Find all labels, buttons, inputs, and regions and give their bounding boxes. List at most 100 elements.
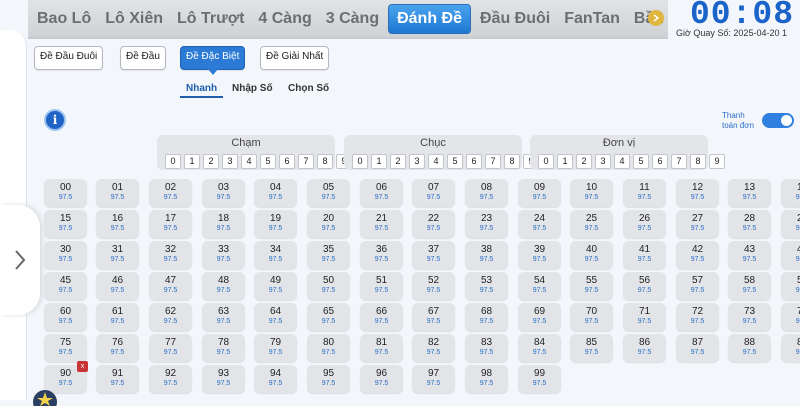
number-cell[interactable]: 32 97.5 <box>149 241 192 269</box>
digit-button[interactable]: 5 <box>260 154 276 169</box>
number-cell[interactable]: 33 97.5 <box>202 241 245 269</box>
number-cell[interactable]: 61 97.5 <box>96 303 139 331</box>
number-cell[interactable]: 96 97.5 <box>360 365 403 393</box>
number-cell[interactable]: 43 97.5 <box>728 241 771 269</box>
digit-button[interactable]: 8 <box>690 154 706 169</box>
digit-button[interactable]: 3 <box>595 154 611 169</box>
number-cell[interactable]: 84 97.5 <box>518 334 561 362</box>
number-cell[interactable]: 60 97.5 <box>44 303 87 331</box>
number-cell[interactable]: 87 97.5 <box>676 334 719 362</box>
digit-button[interactable]: 0 <box>165 154 181 169</box>
number-cell[interactable]: 25 97.5 <box>570 210 613 238</box>
tab-2[interactable]: Lô Trượt <box>170 5 251 33</box>
subtab-0[interactable]: Nhanh <box>180 83 224 98</box>
number-cell[interactable]: 8997.5 <box>781 334 800 362</box>
digit-button[interactable]: 3 <box>222 154 238 169</box>
number-cell[interactable]: 13 97.5 <box>728 179 771 207</box>
number-cell[interactable]: 72 97.5 <box>676 303 719 331</box>
number-cell[interactable]: 83 97.5 <box>465 334 508 362</box>
digit-button[interactable]: 2 <box>390 154 406 169</box>
digit-button[interactable]: 1 <box>371 154 387 169</box>
number-cell[interactable]: 76 97.5 <box>96 334 139 362</box>
digit-button[interactable]: 5 <box>447 154 463 169</box>
subtab-2[interactable]: Chọn Số <box>288 83 329 96</box>
number-cell[interactable]: 68 97.5 <box>465 303 508 331</box>
number-cell[interactable]: 22 97.5 <box>412 210 455 238</box>
digit-button[interactable]: 8 <box>504 154 520 169</box>
mode-button-1[interactable]: Đề Đầu <box>120 46 166 70</box>
number-cell[interactable]: 21 97.5 <box>360 210 403 238</box>
number-cell[interactable]: 65 97.5 <box>307 303 350 331</box>
number-cell[interactable]: 23 97.5 <box>465 210 508 238</box>
number-cell[interactable]: 64 97.5 <box>254 303 297 331</box>
number-cell[interactable]: 05 97.5 <box>307 179 350 207</box>
number-cell[interactable]: 78 97.5 <box>202 334 245 362</box>
number-cell[interactable]: 88 97.5 <box>728 334 771 362</box>
number-cell[interactable]: 4497.5 <box>781 241 800 269</box>
digit-button[interactable]: 2 <box>576 154 592 169</box>
single-payment-toggle[interactable] <box>762 113 794 128</box>
expand-sidebar-button[interactable] <box>0 205 40 315</box>
number-cell[interactable]: 42 97.5 <box>676 241 719 269</box>
number-cell[interactable]: 98 97.5 <box>465 365 508 393</box>
digit-button[interactable]: 1 <box>184 154 200 169</box>
number-cell[interactable]: 35 97.5 <box>307 241 350 269</box>
digit-button[interactable]: 4 <box>428 154 444 169</box>
digit-button[interactable]: 7 <box>671 154 687 169</box>
number-cell[interactable]: 46 97.5 <box>96 272 139 300</box>
number-cell[interactable]: 54 97.5 <box>518 272 561 300</box>
tab-6[interactable]: Đầu Đuôi <box>473 5 557 33</box>
number-cell[interactable]: 31 97.5 <box>96 241 139 269</box>
tab-1[interactable]: Lô Xiên <box>98 5 170 33</box>
number-cell[interactable]: 86 97.5 <box>623 334 666 362</box>
number-cell[interactable]: 52 97.5 <box>412 272 455 300</box>
number-cell[interactable]: 08 97.5 <box>465 179 508 207</box>
number-cell[interactable]: 11 97.5 <box>623 179 666 207</box>
number-cell[interactable]: 67 97.5 <box>412 303 455 331</box>
number-cell[interactable]: 06 97.5 <box>360 179 403 207</box>
number-cell[interactable]: 56 97.5 <box>623 272 666 300</box>
digit-button[interactable]: 4 <box>614 154 630 169</box>
number-cell[interactable]: 75 97.5 <box>44 334 87 362</box>
digit-button[interactable]: 7 <box>485 154 501 169</box>
tab-4[interactable]: 3 Càng <box>319 5 386 33</box>
info-icon[interactable]: i <box>44 109 66 131</box>
digit-button[interactable]: 0 <box>538 154 554 169</box>
number-cell[interactable]: 99 97.5 <box>518 365 561 393</box>
number-cell[interactable]: 97 97.5 <box>412 365 455 393</box>
number-cell[interactable]: 03 97.5 <box>202 179 245 207</box>
mode-button-3[interactable]: Đề Giải Nhất <box>260 46 330 70</box>
number-cell[interactable]: 02 97.5 <box>149 179 192 207</box>
number-cell[interactable]: 50 97.5 <box>307 272 350 300</box>
number-cell[interactable]: 30 97.5 <box>44 241 87 269</box>
number-cell[interactable]: 53 97.5 <box>465 272 508 300</box>
number-cell[interactable]: 81 97.5 <box>360 334 403 362</box>
number-cell[interactable]: 00 97.5 <box>44 179 87 207</box>
number-cell[interactable]: 79 97.5 <box>254 334 297 362</box>
number-cell[interactable]: 73 97.5 <box>728 303 771 331</box>
number-cell[interactable]: 62 97.5 <box>149 303 192 331</box>
number-cell[interactable]: 41 97.5 <box>623 241 666 269</box>
digit-button[interactable]: 0 <box>352 154 368 169</box>
number-cell[interactable]: 95 97.5 <box>307 365 350 393</box>
number-cell[interactable]: 38 97.5 <box>465 241 508 269</box>
number-cell[interactable]: 49 97.5 <box>254 272 297 300</box>
number-cell[interactable]: 04 97.5 <box>254 179 297 207</box>
number-cell[interactable]: 17 97.5 <box>149 210 192 238</box>
number-cell[interactable]: 80 97.5 <box>307 334 350 362</box>
number-cell[interactable]: 40 97.5 <box>570 241 613 269</box>
digit-button[interactable]: 2 <box>203 154 219 169</box>
number-cell[interactable]: 85 97.5 <box>570 334 613 362</box>
number-cell[interactable]: 92 97.5 <box>149 365 192 393</box>
number-cell[interactable]: 71 97.5 <box>623 303 666 331</box>
remove-selection-badge[interactable]: x <box>77 361 88 372</box>
digit-button[interactable]: 3 <box>409 154 425 169</box>
digit-button[interactable]: 9 <box>709 154 725 169</box>
number-cell[interactable]: 19 97.5 <box>254 210 297 238</box>
number-cell[interactable]: 39 97.5 <box>518 241 561 269</box>
number-cell[interactable]: 48 97.5 <box>202 272 245 300</box>
number-cell[interactable]: 93 97.5 <box>202 365 245 393</box>
number-cell[interactable]: 63 97.5 <box>202 303 245 331</box>
tab-3[interactable]: 4 Càng <box>251 5 318 33</box>
digit-button[interactable]: 1 <box>557 154 573 169</box>
